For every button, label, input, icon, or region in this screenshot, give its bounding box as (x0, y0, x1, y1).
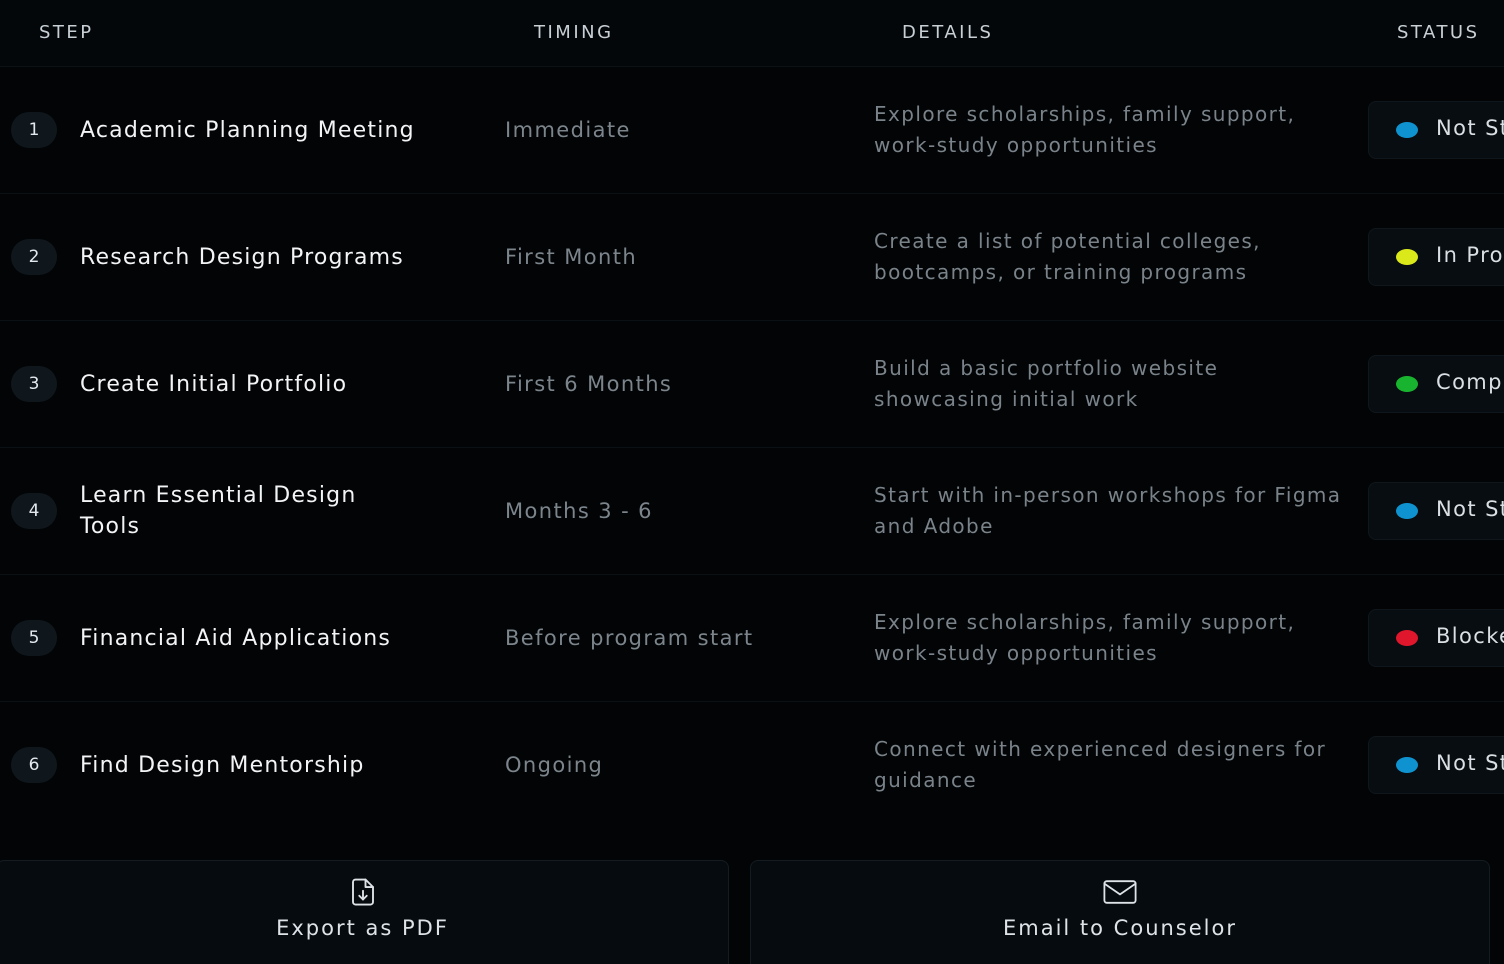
table-row: 6 Find Design Mentorship Ongoing Connect… (0, 702, 1504, 828)
status-dropdown[interactable]: Not Started (1368, 101, 1504, 159)
email-counselor-button[interactable]: Email to Counselor (750, 860, 1490, 964)
step-title: Create Initial Portfolio (80, 371, 348, 397)
step-number-badge: 3 (11, 366, 57, 402)
table-row: 2 Research Design Programs First Month C… (0, 194, 1504, 321)
step-number-badge: 1 (11, 112, 57, 148)
status-label: Blocked (1436, 624, 1504, 648)
status-dot-icon (1396, 630, 1418, 646)
email-counselor-label: Email to Counselor (1002, 916, 1237, 940)
status-dot-icon (1396, 249, 1418, 265)
step-title: Find Design Mentorship (80, 752, 365, 778)
step-timing: First 6 Months (505, 372, 673, 396)
file-download-icon (348, 877, 378, 911)
status-label: Not Started (1436, 751, 1504, 775)
step-timing: Ongoing (505, 753, 604, 777)
status-label: Not Started (1436, 116, 1504, 140)
status-dot-icon (1396, 757, 1418, 773)
status-dropdown[interactable]: In Progress (1368, 228, 1504, 286)
export-pdf-label: Export as PDF (276, 916, 449, 940)
step-number-badge: 6 (11, 747, 57, 783)
step-title: Financial Aid Applications (80, 625, 392, 651)
table-row: 1 Academic Planning Meeting Immediate Ex… (0, 67, 1504, 194)
status-label: In Progress (1436, 243, 1504, 267)
step-details: Connect with experienced designers for g… (874, 737, 1327, 792)
step-details: Create a list of potential colleges, boo… (874, 229, 1261, 284)
header-status: STATUS (1397, 22, 1480, 43)
status-dot-icon (1396, 376, 1418, 392)
status-dropdown[interactable]: Blocked (1368, 609, 1504, 667)
step-title: Research Design Programs (80, 244, 404, 270)
header-details: DETAILS (902, 22, 994, 43)
step-number-badge: 4 (11, 493, 57, 529)
status-dot-icon (1396, 503, 1418, 519)
step-number-badge: 2 (11, 239, 57, 275)
status-dropdown[interactable]: Not Started (1368, 736, 1504, 794)
step-details: Explore scholarships, family support, wo… (874, 610, 1296, 665)
step-title: Academic Planning Meeting (80, 117, 415, 143)
status-dot-icon (1396, 122, 1418, 138)
header-timing: TIMING (534, 22, 614, 43)
step-details: Explore scholarships, family support, wo… (874, 102, 1296, 157)
table-row: 3 Create Initial Portfolio First 6 Month… (0, 321, 1504, 448)
step-details: Build a basic portfolio website showcasi… (874, 356, 1219, 411)
table-row: 4 Learn Essential Design Tools Months 3 … (0, 448, 1504, 575)
header-step: STEP (39, 22, 94, 43)
step-number-badge: 5 (11, 620, 57, 656)
step-timing: Before program start (505, 626, 754, 650)
status-label: Completed (1436, 370, 1504, 394)
step-details: Start with in-person workshops for Figma… (874, 483, 1342, 538)
step-timing: Immediate (505, 118, 631, 142)
mail-icon (1102, 877, 1138, 911)
step-timing: First Month (505, 245, 638, 269)
status-dropdown[interactable]: Not Started (1368, 482, 1504, 540)
status-label: Not Started (1436, 497, 1504, 521)
table-body: 1 Academic Planning Meeting Immediate Ex… (0, 67, 1504, 828)
step-timing: Months 3 - 6 (505, 499, 653, 523)
status-dropdown[interactable]: Completed (1368, 355, 1504, 413)
table-header: STEP TIMING DETAILS STATUS (0, 0, 1504, 67)
table-row: 5 Financial Aid Applications Before prog… (0, 575, 1504, 702)
step-title: Learn Essential Design Tools (80, 483, 357, 539)
roadmap-page: STEP TIMING DETAILS STATUS 1 Academic Pl… (0, 0, 1504, 964)
export-pdf-button[interactable]: Export as PDF (0, 860, 729, 964)
